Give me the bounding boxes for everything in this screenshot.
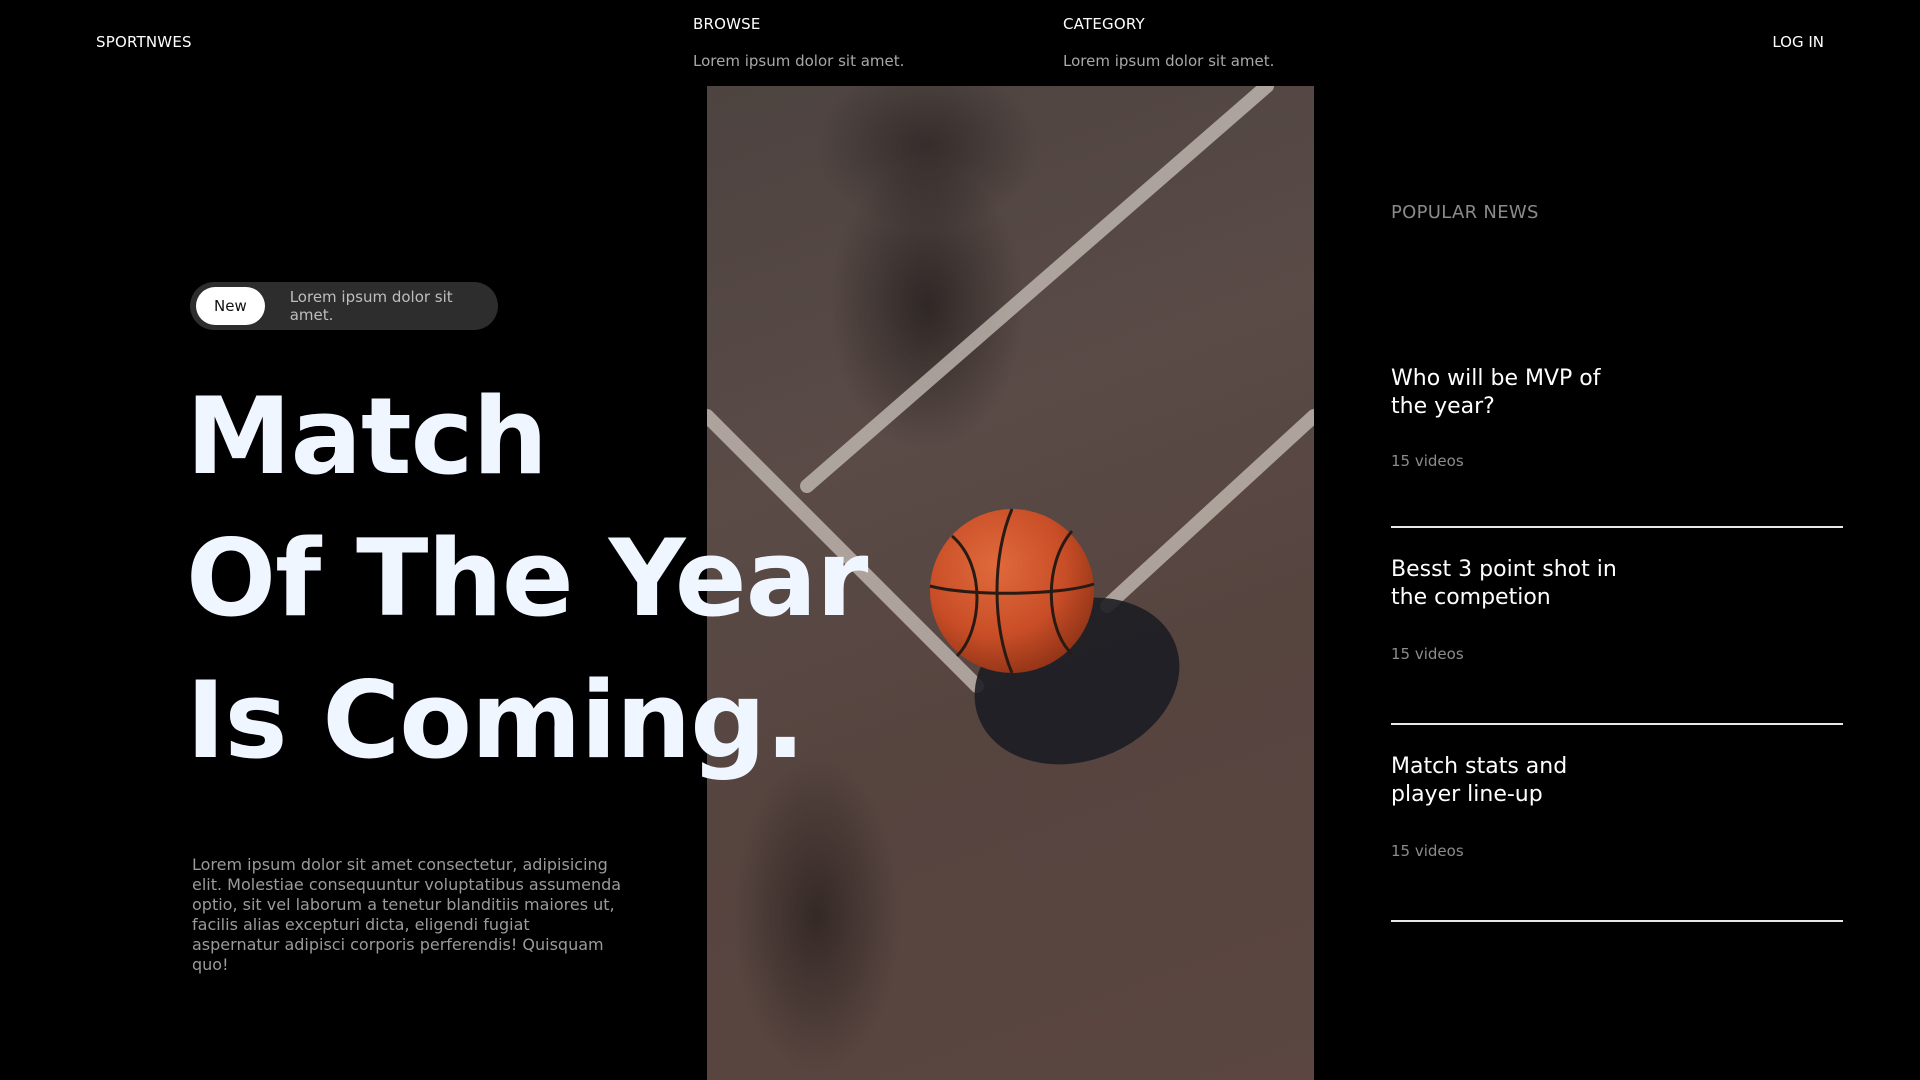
basketball-icon bbox=[929, 508, 1095, 674]
news-item[interactable]: Besst 3 point shot in the competion 15 v… bbox=[1391, 528, 1843, 725]
new-badge-text: Lorem ipsum dolor sit amet. bbox=[289, 288, 453, 324]
headline-line-3: Is Coming. bbox=[186, 659, 805, 782]
nav-browse[interactable]: BROWSE Lorem ipsum dolor sit amet. bbox=[693, 15, 904, 70]
news-item-count: 15 videos bbox=[1391, 645, 1464, 663]
landing-page: SPORTNWES BROWSE Lorem ipsum dolor sit a… bbox=[0, 0, 1920, 1080]
news-item-title[interactable]: Who will be MVP of the year? bbox=[1391, 365, 1631, 421]
new-badge-chip: New bbox=[196, 287, 265, 325]
nav-category-subtitle: Lorem ipsum dolor sit amet. bbox=[1063, 52, 1275, 70]
nav-browse-subtitle: Lorem ipsum dolor sit amet. bbox=[693, 52, 905, 70]
news-item-title[interactable]: Besst 3 point shot in the competion bbox=[1391, 556, 1631, 612]
news-item[interactable]: Who will be MVP of the year? 15 videos bbox=[1391, 360, 1843, 528]
hero-description: Lorem ipsum dolor sit amet consectetur, … bbox=[192, 855, 622, 974]
nav-category-title[interactable]: CATEGORY bbox=[1063, 15, 1274, 33]
popular-news-title: POPULAR NEWS bbox=[1391, 202, 1539, 223]
headline-line-2: Of The Year bbox=[186, 517, 868, 640]
hero-headline: Match Of The Year Is Coming. bbox=[186, 366, 868, 792]
news-item-count: 15 videos bbox=[1391, 842, 1464, 860]
headline-line-1: Match bbox=[186, 375, 548, 498]
site-logo[interactable]: SPORTNWES bbox=[96, 33, 192, 51]
popular-news-list: Who will be MVP of the year? 15 videos B… bbox=[1391, 360, 1843, 922]
news-item-title[interactable]: Match stats and player line-up bbox=[1391, 753, 1631, 809]
login-link[interactable]: LOG IN bbox=[1772, 33, 1824, 51]
news-item[interactable]: Match stats and player line-up 15 videos bbox=[1391, 725, 1843, 922]
new-badge[interactable]: New Lorem ipsum dolor sit amet. bbox=[190, 282, 498, 330]
nav-category[interactable]: CATEGORY Lorem ipsum dolor sit amet. bbox=[1063, 15, 1274, 70]
nav-browse-title[interactable]: BROWSE bbox=[693, 15, 904, 33]
news-item-count: 15 videos bbox=[1391, 452, 1464, 470]
